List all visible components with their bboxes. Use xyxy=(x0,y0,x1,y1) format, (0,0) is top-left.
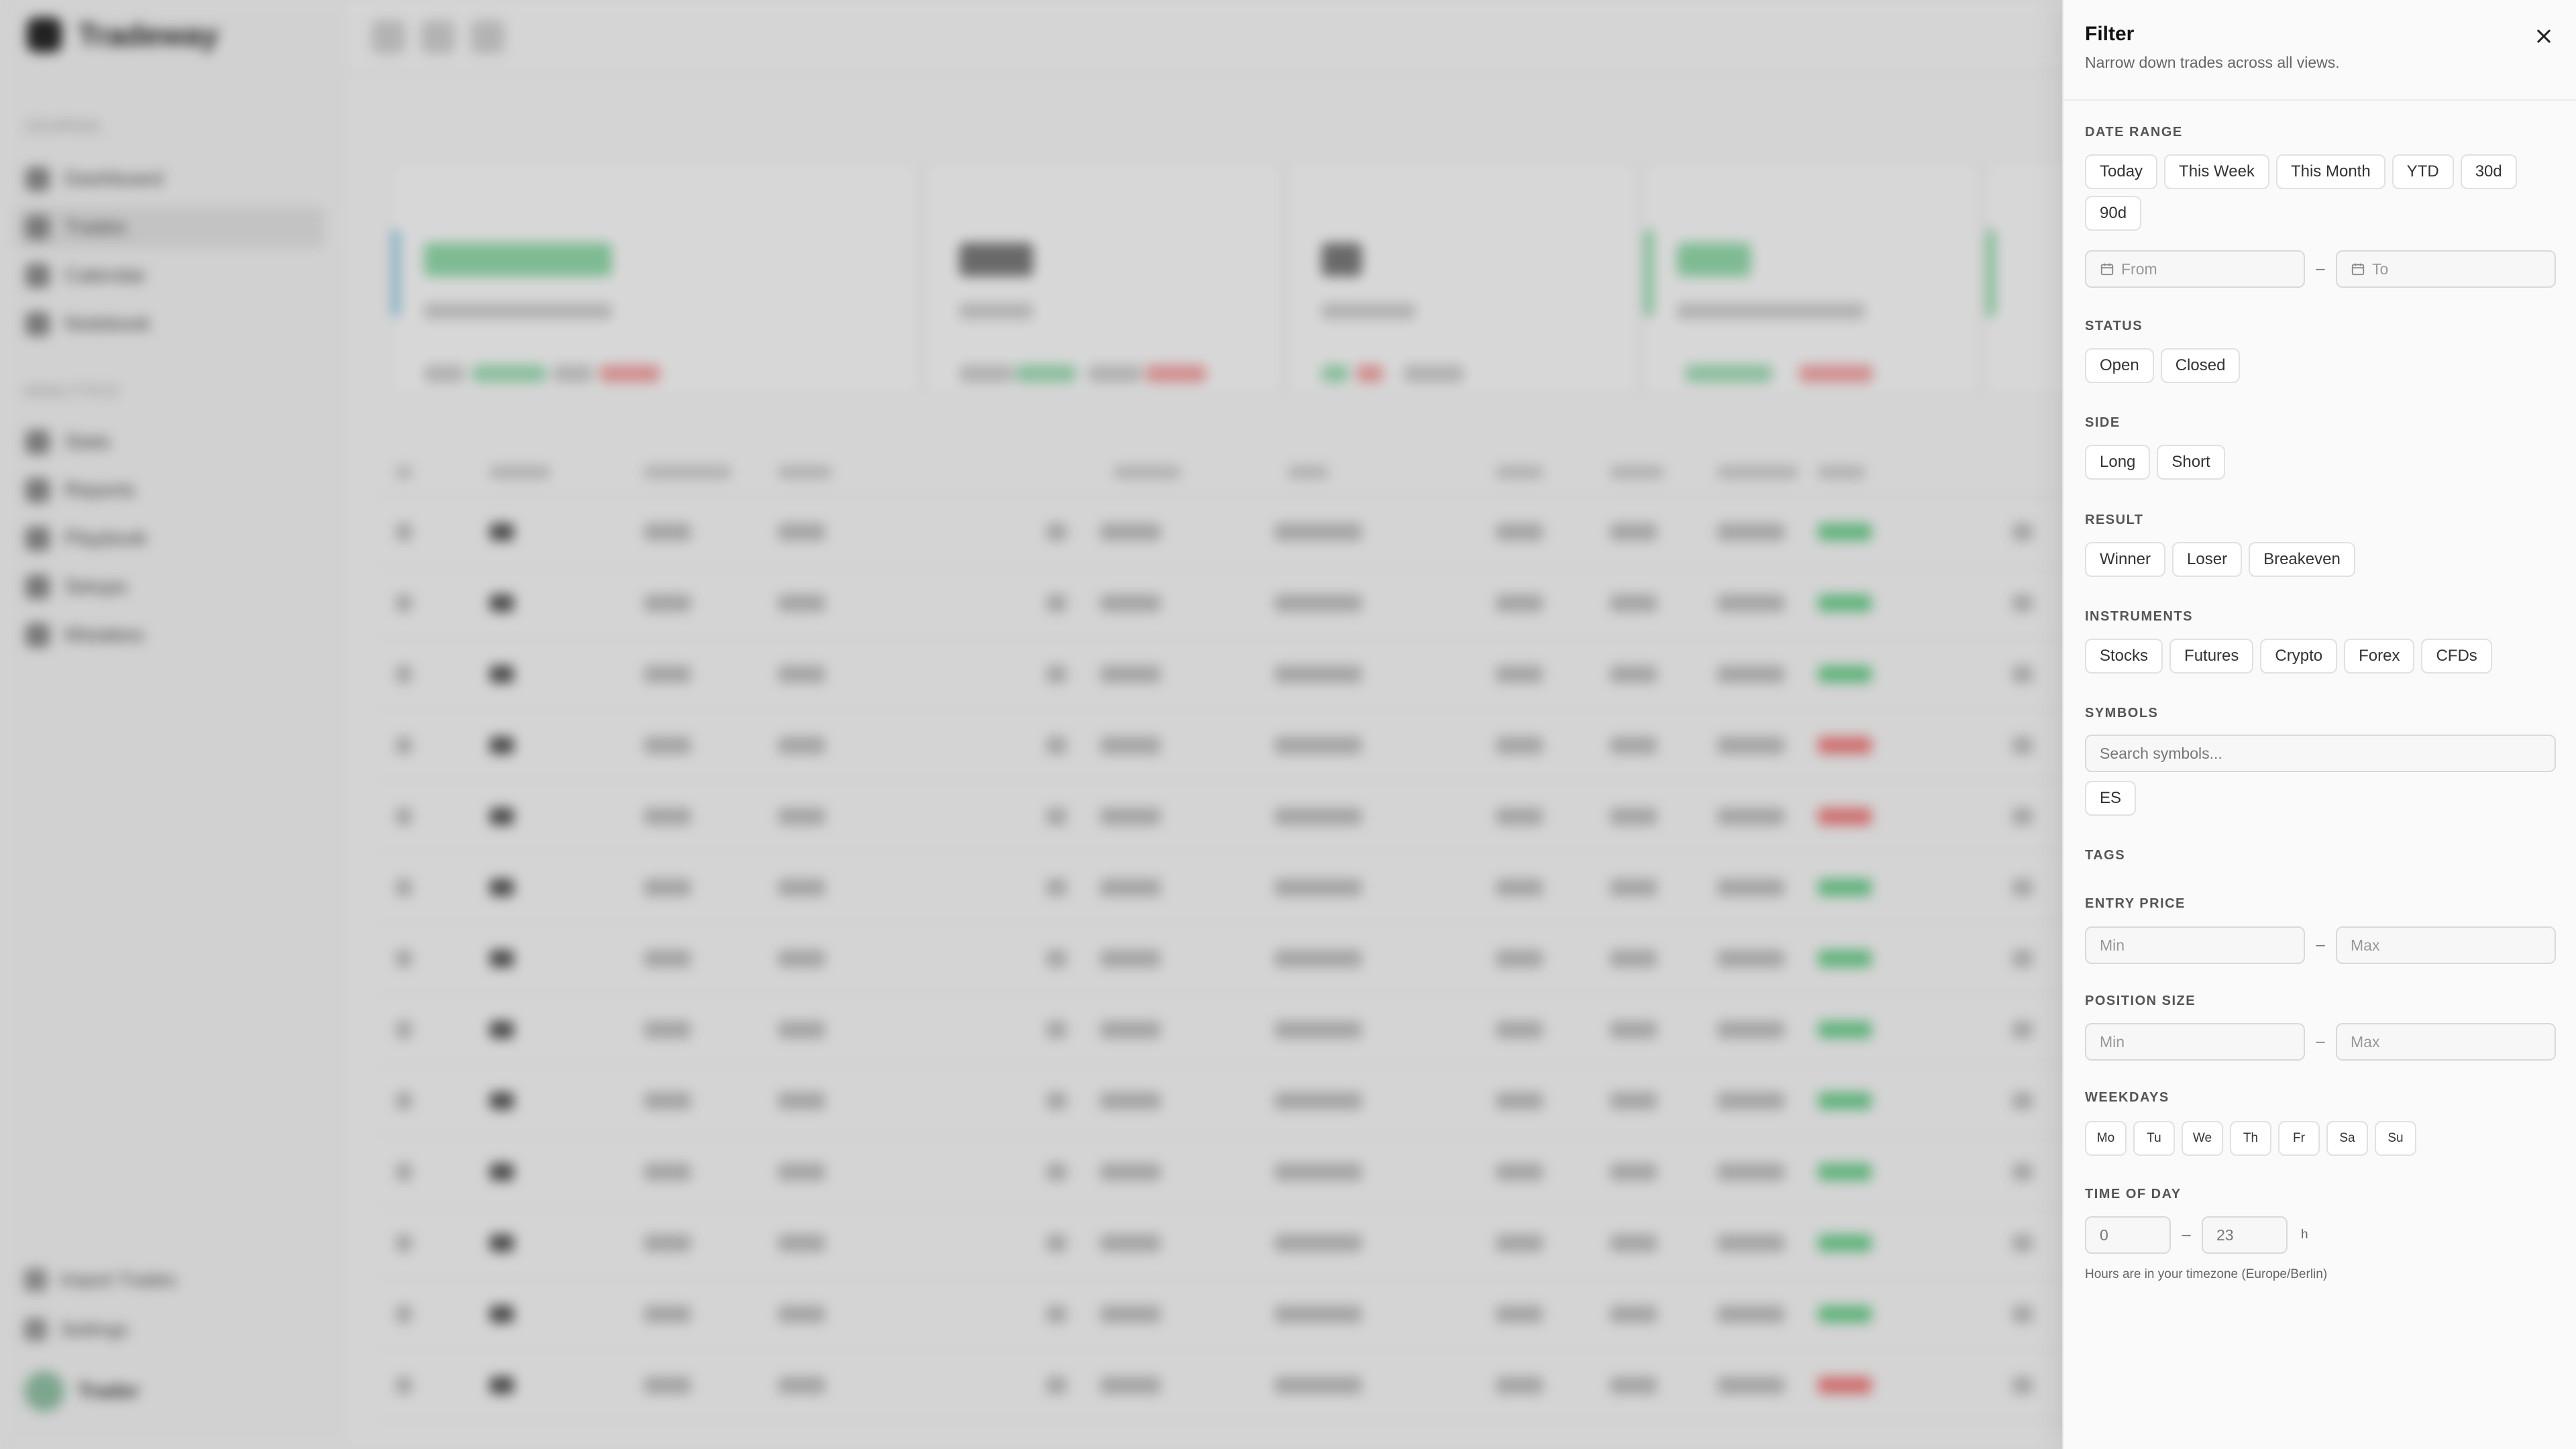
symbol-options: ES xyxy=(2085,781,2555,816)
entry-price-max-placeholder: Max xyxy=(2351,936,2380,954)
range-separator: – xyxy=(2316,1032,2325,1051)
weekday-options: Mo Tu We Th Fr Sa Su xyxy=(2085,1121,2555,1156)
instruments-label: INSTRUMENTS xyxy=(2085,609,2193,624)
side-options: Long Short xyxy=(2085,445,2555,480)
status-label: STATUS xyxy=(2085,319,2143,333)
weekdays-label: WEEKDAYS xyxy=(2085,1090,2169,1105)
position-size-min-placeholder: Min xyxy=(2100,1032,2125,1051)
date-to-placeholder: To xyxy=(2372,260,2389,278)
entry-price-range: Min – Max xyxy=(2085,926,2556,964)
side-long-button[interactable]: Long xyxy=(2085,445,2151,480)
symbols-label: SYMBOLS xyxy=(2085,706,2159,720)
timezone-hint: Hours are in your timezone (Europe/Berli… xyxy=(2085,1267,2328,1281)
time-to-value: 23 xyxy=(2216,1226,2234,1244)
range-separator: – xyxy=(2316,936,2325,954)
date-preset-ytd[interactable]: YTD xyxy=(2392,154,2454,189)
side-short-button[interactable]: Short xyxy=(2157,445,2225,480)
result-breakeven-button[interactable]: Breakeven xyxy=(2249,542,2355,577)
date-range-presets: Today This Week This Month YTD 30d 90d xyxy=(2085,154,2555,231)
time-of-day-range: 0 – 23 h xyxy=(2085,1216,2353,1254)
range-separator: – xyxy=(2316,260,2325,278)
status-options: Open Closed xyxy=(2085,348,2555,383)
date-range-inputs: From – To xyxy=(2085,250,2556,288)
weekday-su-button[interactable]: Su xyxy=(2375,1121,2416,1156)
close-button[interactable] xyxy=(2529,21,2559,51)
weekday-we-button[interactable]: We xyxy=(2182,1121,2223,1156)
instrument-forex-button[interactable]: Forex xyxy=(2344,639,2415,674)
weekday-mo-button[interactable]: Mo xyxy=(2085,1121,2127,1156)
position-size-min-input[interactable]: Min xyxy=(2085,1023,2305,1061)
range-separator: – xyxy=(2182,1226,2191,1244)
filter-panel-header: Filter Narrow down trades across all vie… xyxy=(2063,0,2576,101)
time-from-input[interactable]: 0 xyxy=(2085,1216,2171,1254)
symbol-es-button[interactable]: ES xyxy=(2085,781,2137,816)
symbol-search-input[interactable]: Search symbols... xyxy=(2085,735,2556,772)
entry-price-max-input[interactable]: Max xyxy=(2336,926,2556,964)
instrument-crypto-button[interactable]: Crypto xyxy=(2260,639,2338,674)
filter-description: Narrow down trades across all views. xyxy=(2085,54,2340,71)
date-preset-today[interactable]: Today xyxy=(2085,154,2158,189)
weekday-fr-button[interactable]: Fr xyxy=(2278,1121,2320,1156)
position-size-label: POSITION SIZE xyxy=(2085,994,2196,1008)
time-to-input[interactable]: 23 xyxy=(2202,1216,2288,1254)
time-of-day-label: TIME OF DAY xyxy=(2085,1187,2182,1201)
status-closed-button[interactable]: Closed xyxy=(2160,348,2241,383)
date-from-placeholder: From xyxy=(2121,260,2157,278)
instrument-stocks-button[interactable]: Stocks xyxy=(2085,639,2163,674)
result-options: Winner Loser Breakeven xyxy=(2085,542,2555,577)
side-label: SIDE xyxy=(2085,415,2121,430)
filter-panel: Filter Narrow down trades across all vie… xyxy=(2062,0,2576,1449)
date-preset-this-week[interactable]: This Week xyxy=(2164,154,2269,189)
position-size-max-placeholder: Max xyxy=(2351,1032,2380,1051)
close-icon xyxy=(2537,30,2551,43)
filter-title: Filter xyxy=(2085,23,2135,45)
position-size-max-input[interactable]: Max xyxy=(2336,1023,2556,1061)
instrument-options: Stocks Futures Crypto Forex CFDs xyxy=(2085,639,2555,674)
calendar-icon xyxy=(2100,263,2114,276)
entry-price-min-input[interactable]: Min xyxy=(2085,926,2305,964)
result-loser-button[interactable]: Loser xyxy=(2172,542,2243,577)
result-label: RESULT xyxy=(2085,513,2144,527)
date-preset-this-month[interactable]: This Month xyxy=(2275,154,2385,189)
symbol-search-placeholder: Search symbols... xyxy=(2100,744,2222,762)
date-from-input[interactable]: From xyxy=(2085,250,2305,288)
date-preset-30d[interactable]: 30d xyxy=(2460,154,2517,189)
date-to-input[interactable]: To xyxy=(2336,250,2556,288)
entry-price-min-placeholder: Min xyxy=(2100,936,2125,954)
weekday-tu-button[interactable]: Tu xyxy=(2133,1121,2175,1156)
time-from-value: 0 xyxy=(2100,1226,2108,1244)
weekday-sa-button[interactable]: Sa xyxy=(2326,1121,2368,1156)
date-preset-90d[interactable]: 90d xyxy=(2085,196,2142,231)
entry-price-label: ENTRY PRICE xyxy=(2085,896,2186,911)
instrument-cfds-button[interactable]: CFDs xyxy=(2421,639,2492,674)
calendar-icon xyxy=(2351,263,2365,276)
time-unit: h xyxy=(2301,1228,2308,1242)
instrument-futures-button[interactable]: Futures xyxy=(2169,639,2254,674)
status-open-button[interactable]: Open xyxy=(2085,348,2154,383)
position-size-range: Min – Max xyxy=(2085,1023,2556,1061)
result-winner-button[interactable]: Winner xyxy=(2085,542,2166,577)
weekday-th-button[interactable]: Th xyxy=(2230,1121,2271,1156)
tags-label: TAGS xyxy=(2085,848,2126,863)
date-range-label: DATE RANGE xyxy=(2085,125,2183,140)
